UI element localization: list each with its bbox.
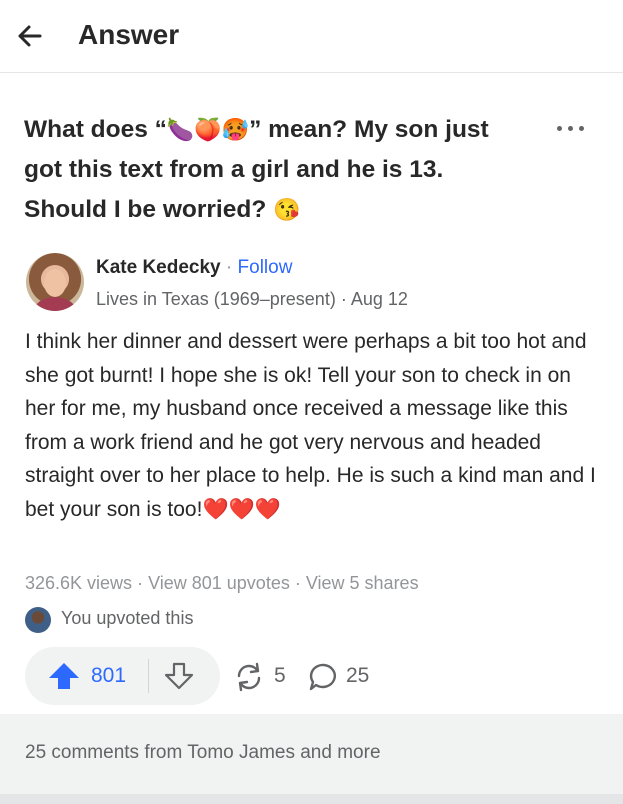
- page-title: Answer: [78, 19, 180, 50]
- downvote-button[interactable]: [163, 661, 195, 696]
- divider: [148, 659, 149, 693]
- heart-emojis: ❤️❤️❤️: [202, 497, 281, 521]
- view-count: 326.6K views: [25, 573, 133, 593]
- author-name[interactable]: Kate Kedecky: [96, 257, 221, 278]
- upvote-button[interactable]: [47, 661, 81, 691]
- share-count: 5: [274, 664, 286, 687]
- upvoted-text: You upvoted this: [61, 608, 194, 628]
- question-emojis: 🍆🍑🥵: [166, 117, 250, 142]
- avatar[interactable]: [26, 253, 84, 311]
- answer-date[interactable]: Aug 12: [351, 289, 408, 309]
- author-credential: Lives in Texas (1969–present): [96, 289, 336, 309]
- comments-footer: 25 comments from Tomo James and more: [0, 714, 623, 794]
- downvote-arrow-icon: [164, 662, 194, 690]
- separator: ·: [220, 257, 238, 278]
- share-icon: [237, 662, 261, 692]
- kiss-emoji: 😘: [273, 197, 301, 222]
- view-shares-link[interactable]: View 5 shares: [306, 573, 419, 593]
- comment-count: 25: [346, 664, 370, 687]
- author-line: Kate Kedecky · Follow: [96, 257, 292, 279]
- answer-body: I think her dinner and dessert were perh…: [25, 325, 605, 526]
- answer-stats: 326.6K views · View 801 upvotes · View 5…: [25, 573, 419, 594]
- answer-text: I think her dinner and dessert were perh…: [25, 330, 596, 521]
- follow-button[interactable]: Follow: [238, 257, 293, 278]
- separator: ·: [335, 289, 351, 309]
- bottom-divider: [0, 794, 623, 804]
- comment-icon: [309, 663, 336, 691]
- comment-button[interactable]: [307, 660, 341, 699]
- view-upvotes-link[interactable]: View 801 upvotes: [148, 573, 290, 593]
- share-button[interactable]: [232, 660, 266, 699]
- comments-summary-link[interactable]: 25 comments from Tomo James and more: [25, 742, 381, 764]
- vote-pill: 801: [25, 647, 220, 705]
- question-title[interactable]: What does “🍆🍑🥵” mean? My son just got th…: [24, 110, 524, 230]
- question-text-start: What does “: [24, 116, 167, 143]
- separator: ·: [132, 573, 149, 593]
- author-credential-line: Lives in Texas (1969–present) · Aug 12: [96, 289, 408, 310]
- user-avatar: [25, 607, 51, 633]
- ellipsis-icon[interactable]: [553, 118, 589, 138]
- arrow-left-icon[interactable]: [14, 20, 46, 52]
- upvote-arrow-icon: [49, 663, 79, 689]
- upvote-count: 801: [91, 664, 127, 687]
- top-bar: Answer: [0, 0, 623, 73]
- separator: ·: [289, 573, 306, 593]
